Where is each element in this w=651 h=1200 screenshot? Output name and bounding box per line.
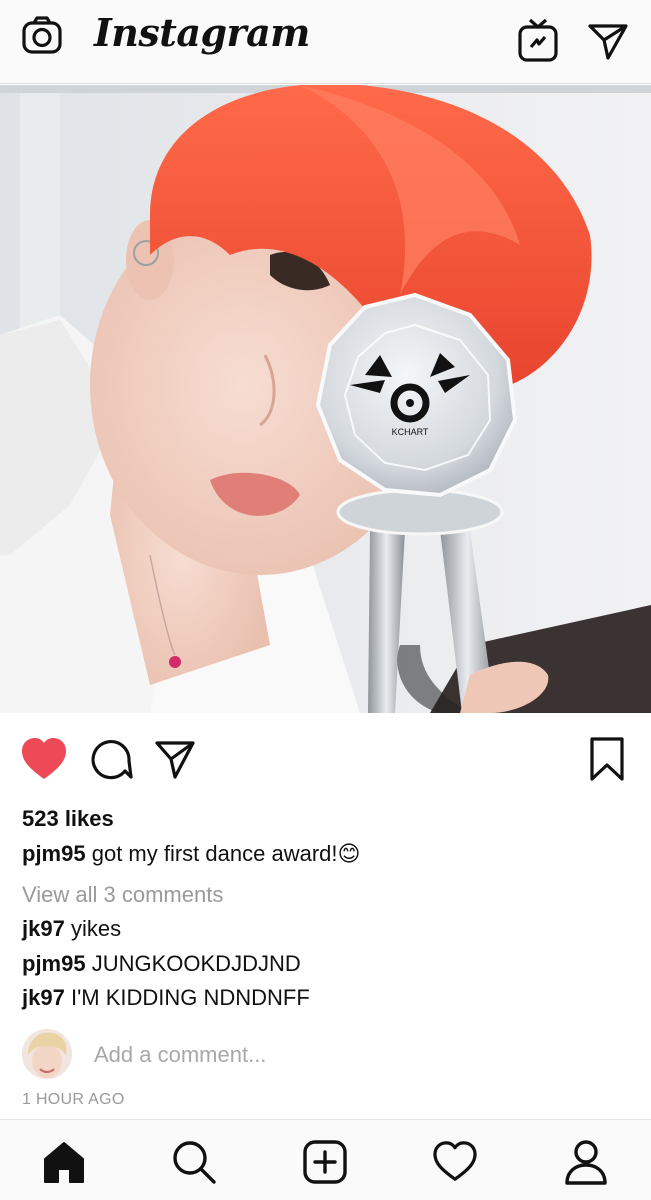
heart-icon xyxy=(22,738,66,779)
post-timestamp: 1 HOUR AGO xyxy=(22,1091,125,1108)
share-icon xyxy=(155,741,195,779)
like-button[interactable] xyxy=(18,733,70,785)
share-button[interactable] xyxy=(150,734,200,784)
avatar xyxy=(22,1029,72,1079)
home-icon xyxy=(44,1142,84,1183)
caption: pjm95 got my first dance award!😊 xyxy=(22,841,360,867)
top-bar: Instagram xyxy=(0,0,651,84)
profile-icon xyxy=(565,1140,607,1185)
igtv-icon[interactable] xyxy=(512,14,564,66)
camera-icon[interactable] xyxy=(18,12,66,60)
nav-new-post[interactable] xyxy=(297,1134,353,1190)
bookmark-icon xyxy=(590,737,624,781)
post-photo[interactable]: KCHART xyxy=(0,85,651,713)
comment-username[interactable]: pjm95 xyxy=(22,951,86,976)
view-all-comments-link[interactable]: View all 3 comments xyxy=(22,882,223,908)
new-post-icon xyxy=(303,1140,347,1184)
comment-item: jk97 I'M KIDDING NDNDNFF xyxy=(22,985,310,1011)
caption-text: got my first dance award! xyxy=(91,841,338,866)
comment-text: I'M KIDDING NDNDNFF xyxy=(70,985,310,1010)
nav-profile[interactable] xyxy=(558,1134,614,1190)
caption-username[interactable]: pjm95 xyxy=(22,841,86,866)
comment-item: jk97 yikes xyxy=(22,916,121,942)
bookmark-button[interactable] xyxy=(582,734,632,784)
direct-message-icon[interactable] xyxy=(584,16,632,64)
comment-text: JUNGKOOKDJDJND xyxy=(91,951,301,976)
smile-emoji-icon: 😊 xyxy=(337,842,361,867)
comment-button[interactable] xyxy=(86,734,136,784)
comment-item: pjm95 JUNGKOOKDJDJND xyxy=(22,951,301,977)
activity-icon xyxy=(433,1141,477,1181)
nav-search[interactable] xyxy=(166,1134,222,1190)
comment-username[interactable]: jk97 xyxy=(22,916,65,941)
nav-home[interactable] xyxy=(36,1134,92,1190)
likes-count[interactable]: 523 likes xyxy=(22,806,114,832)
nav-activity[interactable] xyxy=(427,1134,483,1190)
trophy-logo-text: KCHART xyxy=(392,427,429,437)
bottom-nav xyxy=(0,1119,651,1200)
comment-text: yikes xyxy=(70,916,122,941)
add-comment-input[interactable]: Add a comment... xyxy=(94,1042,266,1068)
comment-icon xyxy=(91,740,133,780)
comment-username[interactable]: jk97 xyxy=(22,985,65,1010)
search-icon xyxy=(173,1141,216,1184)
app-logo: Instagram xyxy=(94,10,310,55)
